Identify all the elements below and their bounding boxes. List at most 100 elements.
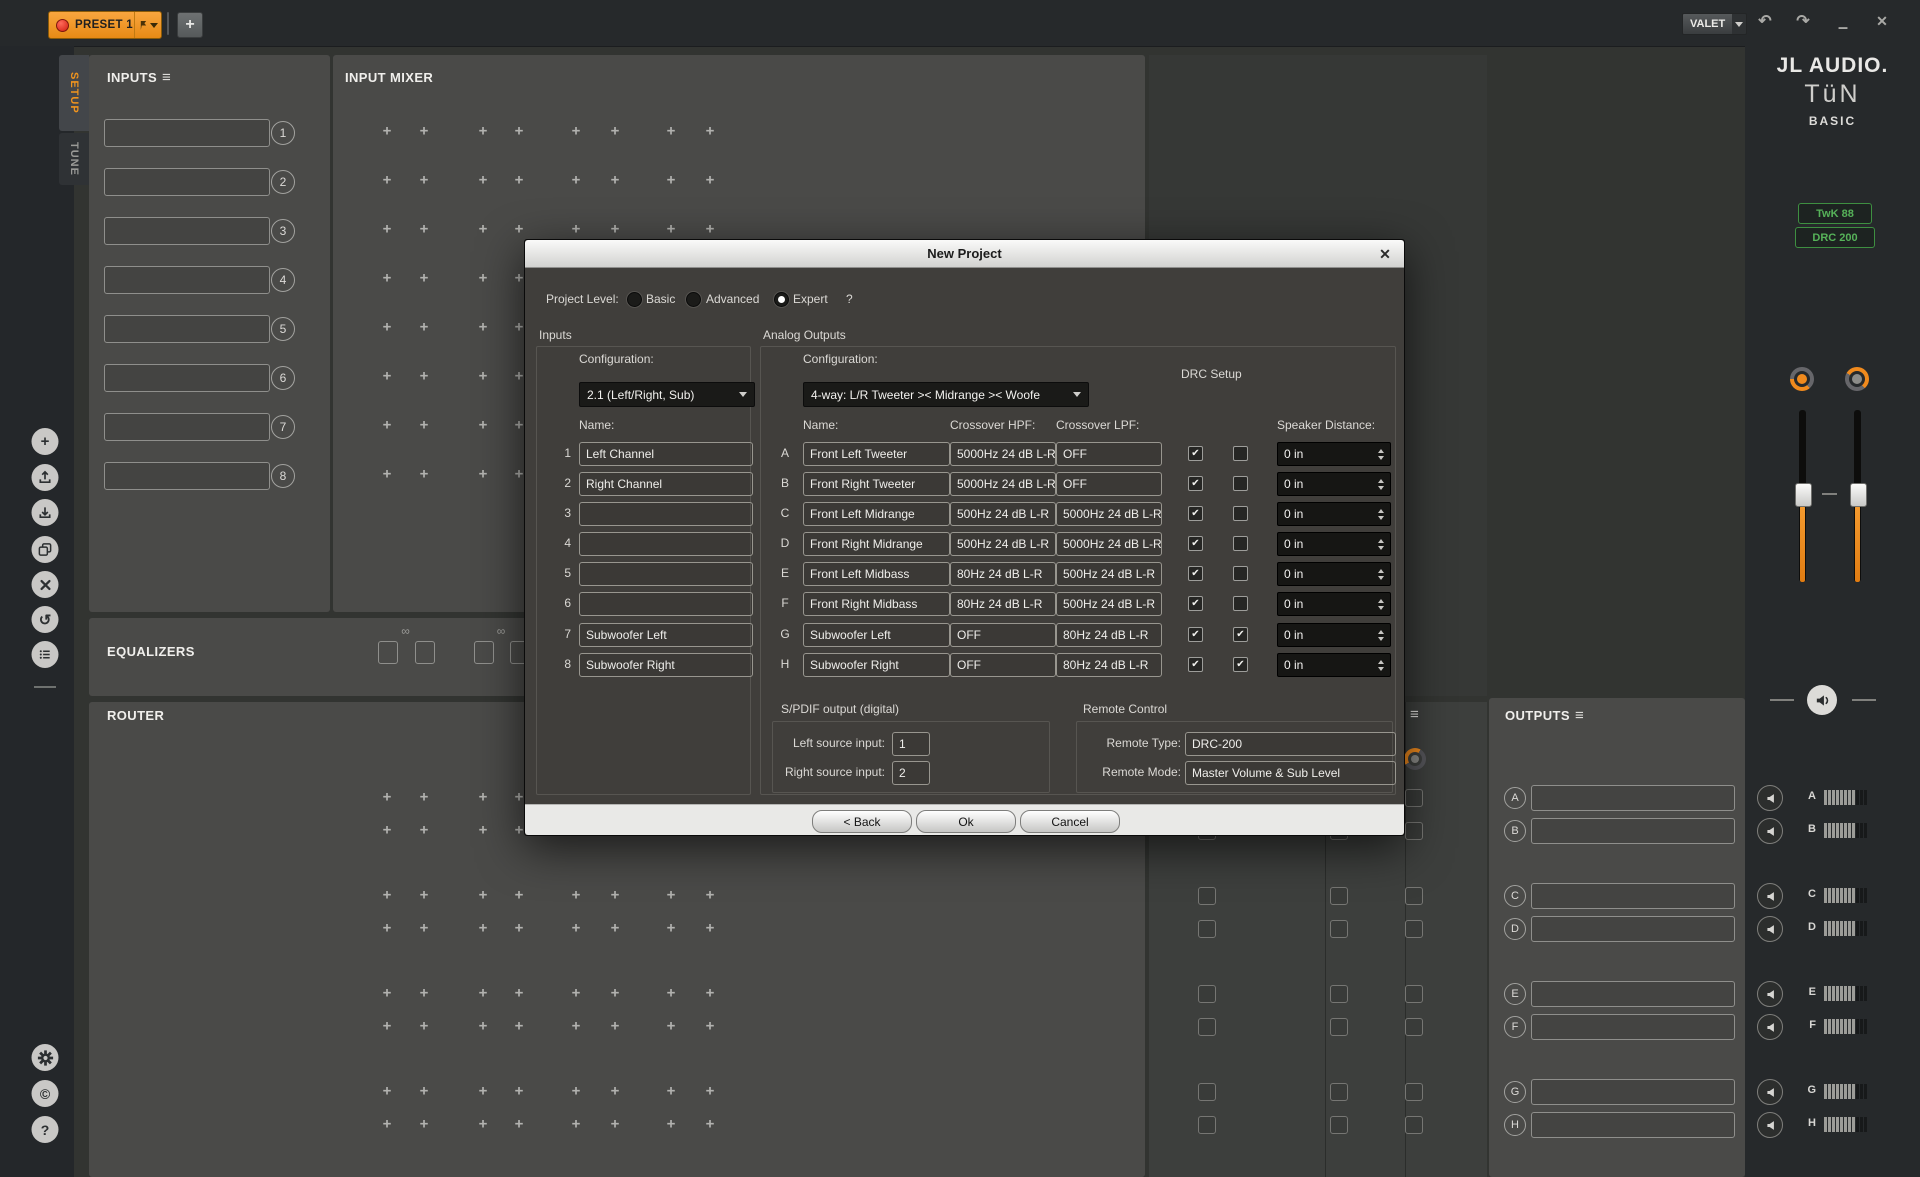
matrix-checkbox[interactable] <box>1405 985 1423 1003</box>
spinner-arrows-icon[interactable] <box>1378 568 1384 580</box>
drc-checkbox-2[interactable] <box>1233 446 1248 461</box>
crossover-lpf-field[interactable]: 500Hz 24 dB L-R <box>1056 592 1162 616</box>
spinner-arrows-icon[interactable] <box>1378 659 1384 671</box>
drc-checkbox-1[interactable]: ✔ <box>1188 536 1203 551</box>
input-channel-field[interactable] <box>104 413 270 441</box>
output-channel-field[interactable] <box>1531 818 1735 844</box>
drc-checkbox-2[interactable] <box>1233 596 1248 611</box>
eq-band-box[interactable] <box>415 641 435 664</box>
matrix-checkbox[interactable] <box>1405 1116 1423 1134</box>
spdif-left-field[interactable]: 1 <box>892 732 930 756</box>
mute-button[interactable] <box>1757 1014 1783 1040</box>
mute-button[interactable] <box>1757 981 1783 1007</box>
dialog-input-name-field[interactable] <box>579 532 753 556</box>
inputs-config-dropdown[interactable]: 2.1 (Left/Right, Sub) <box>579 382 755 407</box>
dialog-output-name-field[interactable]: Front Left Midbass <box>803 562 950 586</box>
spinner-arrows-icon[interactable] <box>1378 629 1384 641</box>
spinner-arrows-icon[interactable] <box>1378 448 1384 460</box>
matrix-checkbox[interactable] <box>1198 1018 1216 1036</box>
mute-button[interactable] <box>1757 883 1783 909</box>
output-channel-field[interactable] <box>1531 1112 1735 1138</box>
speaker-distance-spinner[interactable]: 0 in <box>1277 592 1391 616</box>
outputs-config-dropdown[interactable]: 4-way: L/R Tweeter >< Midrange >< Woofe <box>803 382 1089 407</box>
dialog-input-name-field[interactable] <box>579 562 753 586</box>
crossover-hpf-field[interactable]: 80Hz 24 dB L-R <box>950 562 1056 586</box>
drc-checkbox-2[interactable]: ✔ <box>1233 657 1248 672</box>
spinner-arrows-icon[interactable] <box>1378 478 1384 490</box>
dialog-output-name-field[interactable]: Front Right Midrange <box>803 532 950 556</box>
drc-checkbox-1[interactable]: ✔ <box>1188 596 1203 611</box>
crossover-hpf-field[interactable]: 500Hz 24 dB L-R <box>950 532 1056 556</box>
mute-button[interactable] <box>1757 1112 1783 1138</box>
input-channel-field[interactable] <box>104 119 270 147</box>
remote-mode-field[interactable]: Master Volume & Sub Level <box>1185 761 1396 785</box>
drc-checkbox-1[interactable]: ✔ <box>1188 657 1203 672</box>
matrix-checkbox[interactable] <box>1405 887 1423 905</box>
matrix-checkbox[interactable] <box>1198 1116 1216 1134</box>
drc-checkbox-1[interactable]: ✔ <box>1188 476 1203 491</box>
output-channel-field[interactable] <box>1531 785 1735 811</box>
matrix-checkbox[interactable] <box>1198 985 1216 1003</box>
matrix-checkbox[interactable] <box>1405 1083 1423 1101</box>
matrix-checkbox[interactable] <box>1330 887 1348 905</box>
dialog-output-name-field[interactable]: Subwoofer Left <box>803 623 950 647</box>
crossover-lpf-field[interactable]: OFF <box>1056 442 1162 466</box>
crossover-hpf-field[interactable]: OFF <box>950 653 1056 677</box>
drc-checkbox-2[interactable] <box>1233 566 1248 581</box>
output-channel-field[interactable] <box>1531 916 1735 942</box>
drc-checkbox-1[interactable]: ✔ <box>1188 566 1203 581</box>
dialog-input-name-field[interactable]: Subwoofer Right <box>579 653 753 677</box>
speaker-distance-spinner[interactable]: 0 in <box>1277 623 1391 647</box>
mute-button[interactable] <box>1757 916 1783 942</box>
drc-checkbox-2[interactable] <box>1233 536 1248 551</box>
drc-checkbox-2[interactable] <box>1233 476 1248 491</box>
dialog-output-name-field[interactable]: Subwoofer Right <box>803 653 950 677</box>
crossover-lpf-field[interactable]: OFF <box>1056 472 1162 496</box>
dialog-output-name-field[interactable]: Front Right Midbass <box>803 592 950 616</box>
ok-button[interactable]: Ok <box>916 810 1016 833</box>
output-channel-field[interactable] <box>1531 1079 1735 1105</box>
speaker-distance-spinner[interactable]: 0 in <box>1277 532 1391 556</box>
matrix-checkbox[interactable] <box>1405 789 1423 807</box>
input-channel-field[interactable] <box>104 168 270 196</box>
crossover-lpf-field[interactable]: 500Hz 24 dB L-R <box>1056 562 1162 586</box>
crossover-hpf-field[interactable]: 80Hz 24 dB L-R <box>950 592 1056 616</box>
spinner-arrows-icon[interactable] <box>1378 508 1384 520</box>
radio-advanced[interactable] <box>686 292 701 307</box>
crossover-hpf-field[interactable]: 5000Hz 24 dB L-R <box>950 442 1056 466</box>
spinner-arrows-icon[interactable] <box>1378 538 1384 550</box>
spdif-right-field[interactable]: 2 <box>892 761 930 785</box>
mute-button[interactable] <box>1757 818 1783 844</box>
dialog-input-name-field[interactable]: Right Channel <box>579 472 753 496</box>
drc-checkbox-1[interactable]: ✔ <box>1188 506 1203 521</box>
drc-checkbox-1[interactable]: ✔ <box>1188 627 1203 642</box>
input-channel-field[interactable] <box>104 315 270 343</box>
drc-checkbox-1[interactable]: ✔ <box>1188 446 1203 461</box>
dialog-input-name-field[interactable] <box>579 592 753 616</box>
speaker-distance-spinner[interactable]: 0 in <box>1277 562 1391 586</box>
eq-band-box[interactable] <box>378 641 398 664</box>
crossover-hpf-field[interactable]: OFF <box>950 623 1056 647</box>
remote-type-field[interactable]: DRC-200 <box>1185 732 1396 756</box>
speaker-distance-spinner[interactable]: 0 in <box>1277 442 1391 466</box>
speaker-distance-spinner[interactable]: 0 in <box>1277 472 1391 496</box>
radio-basic[interactable] <box>627 292 642 307</box>
dialog-input-name-field[interactable]: Subwoofer Left <box>579 623 753 647</box>
matrix-checkbox[interactable] <box>1330 920 1348 938</box>
crossover-hpf-field[interactable]: 500Hz 24 dB L-R <box>950 502 1056 526</box>
eq-band-box[interactable] <box>474 641 494 664</box>
matrix-checkbox[interactable] <box>1330 1116 1348 1134</box>
cancel-button[interactable]: Cancel <box>1020 810 1120 833</box>
crossover-lpf-field[interactable]: 80Hz 24 dB L-R <box>1056 623 1162 647</box>
project-level-help[interactable]: ? <box>846 292 853 306</box>
matrix-checkbox[interactable] <box>1405 822 1423 840</box>
dialog-input-name-field[interactable]: Left Channel <box>579 442 753 466</box>
crossover-lpf-field[interactable]: 5000Hz 24 dB L-R <box>1056 502 1162 526</box>
mute-button[interactable] <box>1757 1079 1783 1105</box>
radio-expert[interactable] <box>774 292 789 307</box>
matrix-checkbox[interactable] <box>1198 920 1216 938</box>
matrix-checkbox[interactable] <box>1330 985 1348 1003</box>
dialog-close-icon[interactable]: ✕ <box>1376 245 1394 263</box>
dialog-output-name-field[interactable]: Front Right Tweeter <box>803 472 950 496</box>
crossover-lpf-field[interactable]: 5000Hz 24 dB L-R <box>1056 532 1162 556</box>
